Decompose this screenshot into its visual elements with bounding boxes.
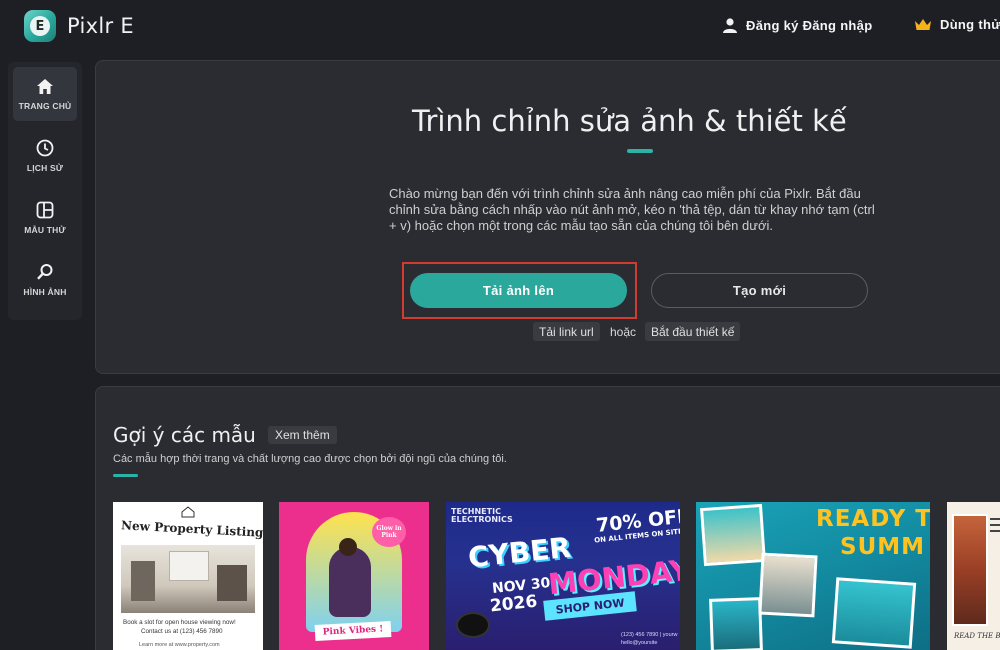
trial-label: Dùng thử xyxy=(940,17,1000,32)
sidebar-item-images[interactable]: HÌNH ẢNH xyxy=(13,253,77,307)
template-card-summer[interactable]: READY T SUMM xyxy=(696,502,930,650)
blog-lines xyxy=(990,518,1000,520)
top-bar: E Pixlr E Đăng ký Đăng nhập Dùng thử xyxy=(0,0,1000,54)
clock-icon xyxy=(36,139,54,157)
blog-caption: READ THE BL xyxy=(954,632,1000,640)
sidebar-item-history[interactable]: LỊCH SỬ xyxy=(13,129,77,183)
load-url-link[interactable]: Tải link url xyxy=(533,322,600,341)
hero-title: Trình chỉnh sửa ảnh & thiết kế xyxy=(412,104,847,138)
search-icon xyxy=(37,264,53,280)
template-card-pink-vibes[interactable]: Glow in Pink Pink Vibes ! xyxy=(279,502,429,650)
or-text: hoặc xyxy=(610,325,637,339)
templates-title: Gợi ý các mẫu xyxy=(113,423,256,447)
create-new-button[interactable]: Tạo mới xyxy=(651,273,868,308)
cyber-date2: 2026 xyxy=(489,591,539,617)
start-design-link[interactable]: Bắt đầu thiết kế xyxy=(645,322,741,341)
templates-subtitle: Các mẫu hợp thời trang và chất lượng cao… xyxy=(113,453,507,465)
sidebar-item-label: LỊCH SỬ xyxy=(26,163,64,173)
summer-line1: READY T xyxy=(816,506,930,532)
blog-photo xyxy=(952,514,988,626)
sidebar-item-home[interactable]: TRANG CHỦ xyxy=(13,67,77,121)
app-title: Pixlr E xyxy=(67,14,134,38)
home-icon xyxy=(37,78,53,94)
user-icon xyxy=(723,18,737,33)
pixlr-logo[interactable]: E xyxy=(24,10,56,42)
template-card-cyber-monday[interactable]: TECHNETIC ELECTRONICS 70% OFF ON ALL ITE… xyxy=(446,502,680,650)
pink-caption: Pink Vibes ! xyxy=(314,621,392,641)
property-title: New Property Listing xyxy=(120,518,263,540)
see-more-button[interactable]: Xem thêm xyxy=(268,426,337,444)
cyber-email: hello@yoursite xyxy=(621,640,658,646)
model-figure xyxy=(329,547,371,617)
hero-description: Chào mừng bạn đến với trình chỉnh sửa ản… xyxy=(389,186,875,233)
sidebar: TRANG CHỦ LỊCH SỬ MẪU THỬ HÌNH ẢNH xyxy=(8,62,82,320)
beach-photo-2 xyxy=(758,552,818,618)
sidebar-item-label: HÌNH ẢNH xyxy=(23,287,67,297)
mouse-image xyxy=(458,614,488,636)
crown-icon xyxy=(915,18,931,30)
property-line1: Book a slot for open house viewing now! xyxy=(123,619,236,626)
template-card-property[interactable]: New Property Listing Book a slot for ope… xyxy=(113,502,263,650)
glow-badge: Glow in Pink xyxy=(372,517,406,547)
property-line3: Learn more at www.property.com xyxy=(139,642,220,648)
cyber-contact: (123) 456 7890 | yourw xyxy=(621,632,678,638)
trial-button[interactable]: Dùng thử xyxy=(914,17,1000,32)
summer-line2: SUMM xyxy=(840,534,926,560)
sidebar-item-label: TRANG CHỦ xyxy=(18,100,72,111)
auth-label: Đăng ký Đăng nhập xyxy=(746,17,873,33)
model-head xyxy=(339,538,357,556)
templates-accent-line xyxy=(113,474,138,477)
cyber-brand: TECHNETIC ELECTRONICS xyxy=(451,507,513,524)
property-photo xyxy=(121,545,255,613)
beach-photo-3 xyxy=(709,597,763,650)
title-accent-line xyxy=(627,149,653,153)
login-register-link[interactable]: Đăng ký Đăng nhập xyxy=(722,17,872,33)
template-card-blog[interactable]: READ THE BL xyxy=(947,502,1000,650)
upload-image-button[interactable]: Tải ảnh lên xyxy=(410,273,627,308)
sidebar-item-templates[interactable]: MẪU THỬ xyxy=(13,191,77,245)
sidebar-item-label: MẪU THỬ xyxy=(24,225,66,235)
beach-photo-4 xyxy=(831,577,917,649)
house-icon xyxy=(181,506,195,518)
beach-photo-1 xyxy=(700,503,766,567)
template-icon xyxy=(36,201,54,219)
property-line2: Contact us at (123) 456 7890 xyxy=(141,628,223,635)
